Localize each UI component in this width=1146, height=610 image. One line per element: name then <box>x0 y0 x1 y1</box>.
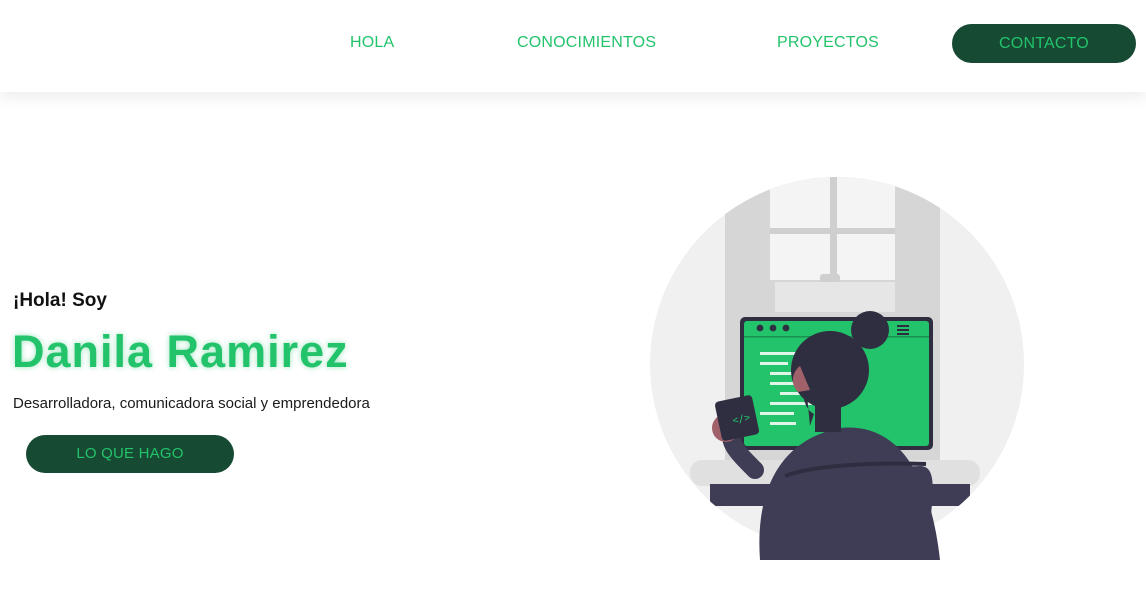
what-i-do-button[interactable]: LO QUE HAGO <box>26 435 234 473</box>
contact-button[interactable]: CONTACTO <box>952 24 1136 63</box>
developer-at-computer-illustration: </> <box>640 170 1040 560</box>
hero-description: Desarrolladora, comunicadora social y em… <box>13 395 370 412</box>
hero-greeting: ¡Hola! Soy <box>13 290 107 311</box>
nav-link-conocimientos[interactable]: CONOCIMIENTOS <box>517 34 656 52</box>
hero-name: Danila Ramirez <box>12 326 349 377</box>
nav-link-proyectos[interactable]: PROYECTOS <box>777 34 879 52</box>
nav-link-hola[interactable]: HOLA <box>350 34 394 52</box>
navbar: HOLA CONOCIMIENTOS PROYECTOS CONTACTO <box>0 0 1146 92</box>
